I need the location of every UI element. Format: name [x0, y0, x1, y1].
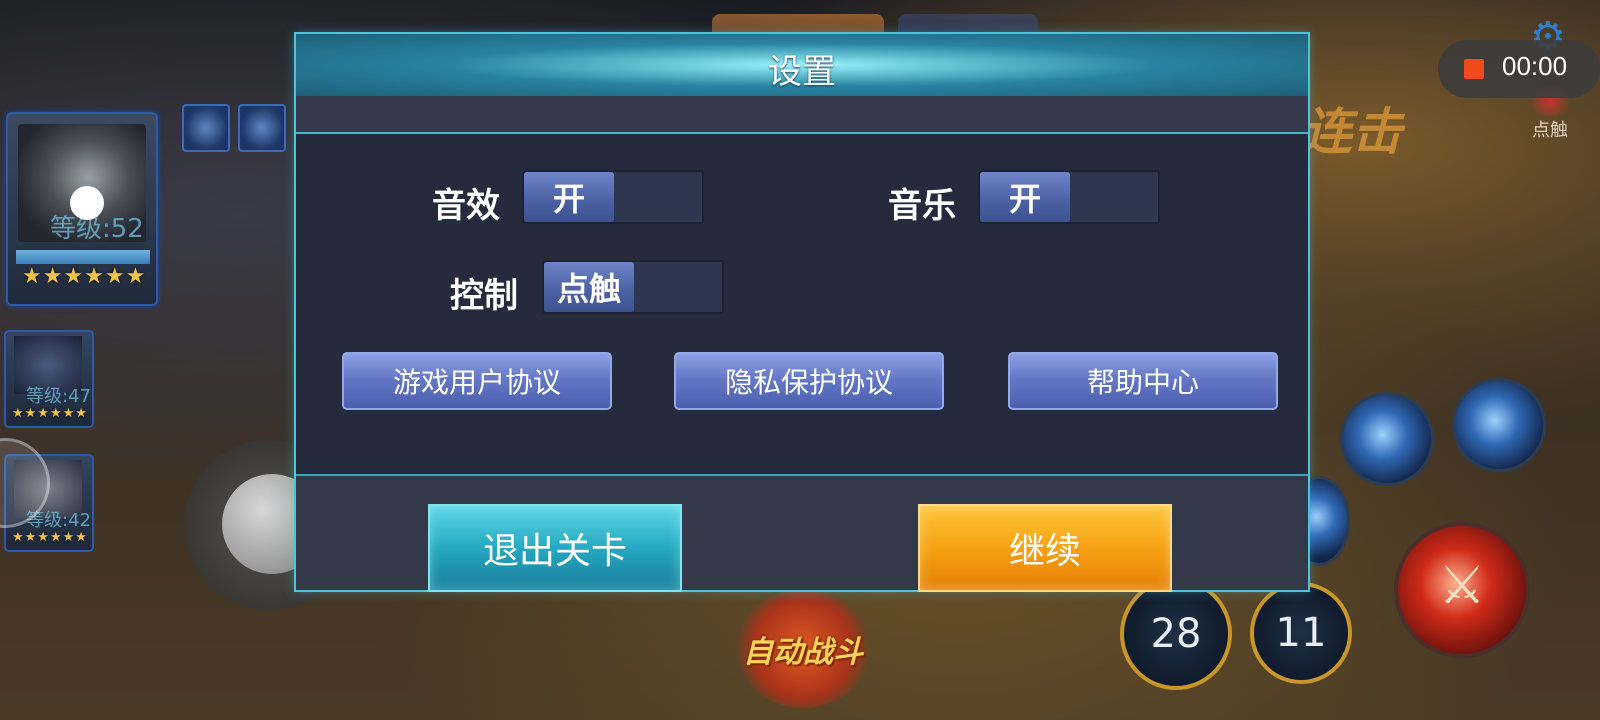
music-label: 音乐 — [888, 186, 956, 226]
skill-cooldown-11[interactable]: 11 — [1250, 582, 1352, 684]
auto-battle-button[interactable]: 自动战斗 — [736, 590, 870, 708]
skill-button-1[interactable] — [1340, 392, 1434, 486]
hero-2-level: 等级:47 — [26, 386, 91, 407]
skill-button-2[interactable] — [1452, 378, 1546, 472]
touch-indicator — [70, 186, 104, 220]
music-toggle-knob[interactable]: 开 — [980, 172, 1070, 222]
record-stop-icon[interactable] — [1464, 59, 1484, 79]
continue-button[interactable]: 继续 — [918, 504, 1172, 592]
control-toggle[interactable]: 点触 — [542, 260, 724, 314]
attack-button[interactable]: ⚔ — [1394, 522, 1530, 658]
screen-recorder[interactable]: 00:00 — [1438, 40, 1600, 98]
exit-level-button[interactable]: 退出关卡 — [428, 504, 682, 592]
skill-slot-icon[interactable] — [182, 104, 230, 152]
settings-dialog: 设置 音效 开 音乐 开 控制 点触 游戏用户协议 隐私保护协议 帮助中心 退出… — [294, 32, 1310, 592]
sound-label: 音效 — [432, 186, 500, 226]
privacy-policy-button[interactable]: 隐私保护协议 — [674, 352, 944, 410]
hero-stars: ★★★★★★ — [22, 264, 147, 289]
combo-text: 连击 — [1302, 103, 1402, 161]
hero-3-stars: ★★★★★★ — [12, 530, 88, 545]
target-icon[interactable] — [238, 104, 286, 152]
dialog-title-bar: 设置 — [296, 34, 1308, 96]
skill-cooldown-28[interactable]: 28 — [1120, 578, 1232, 690]
hero-health-bar — [16, 250, 150, 264]
music-toggle[interactable]: 开 — [978, 170, 1160, 224]
record-time: 00:00 — [1502, 51, 1568, 81]
help-center-button[interactable]: 帮助中心 — [1008, 352, 1278, 410]
sound-toggle-knob[interactable]: 开 — [524, 172, 614, 222]
auto-battle-label: 自动战斗 — [743, 635, 863, 670]
sound-toggle[interactable]: 开 — [522, 170, 704, 224]
dialog-title: 设置 — [768, 52, 836, 92]
user-agreement-button[interactable]: 游戏用户协议 — [342, 352, 612, 410]
control-toggle-knob[interactable]: 点触 — [544, 262, 634, 312]
control-label: 控制 — [450, 276, 518, 316]
crossed-swords-icon: ⚔ — [1438, 556, 1486, 616]
touch-mode-label: 点触 — [1532, 120, 1568, 141]
hero-2-stars: ★★★★★★ — [12, 406, 88, 421]
hero-card-2[interactable]: 等级:47 ★★★★★★ — [4, 330, 94, 428]
dialog-header-strip — [296, 96, 1308, 134]
